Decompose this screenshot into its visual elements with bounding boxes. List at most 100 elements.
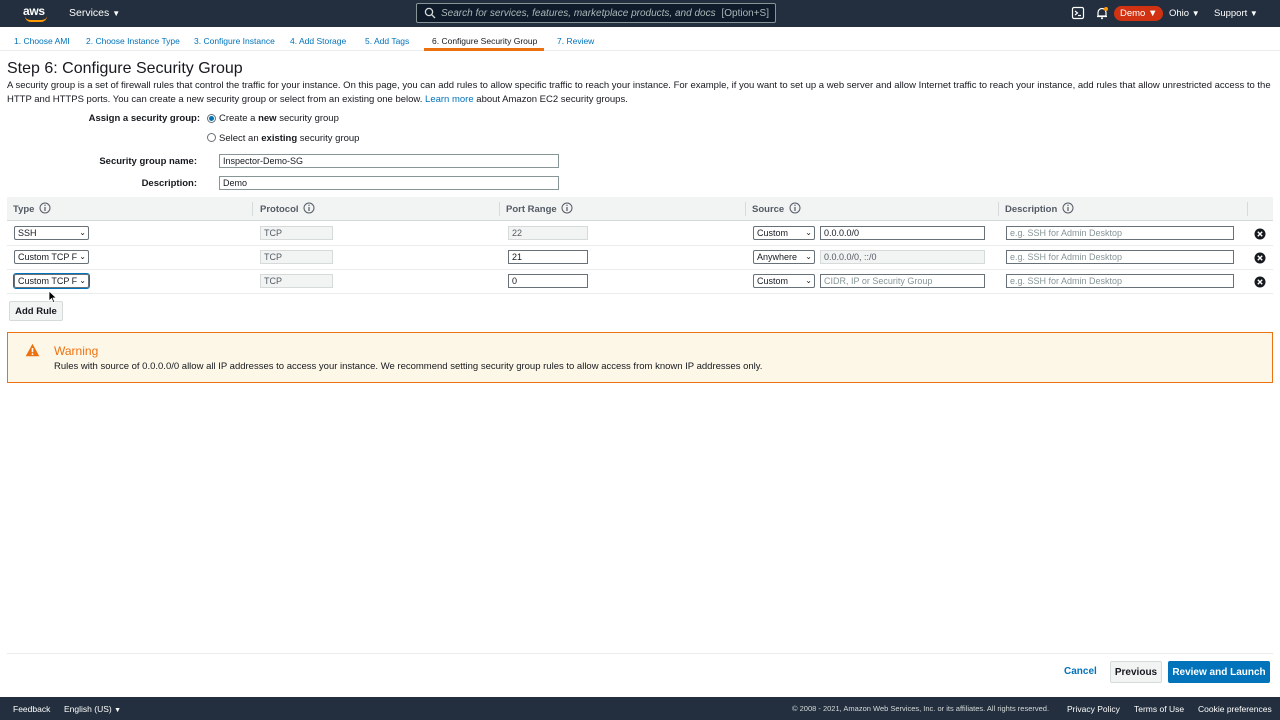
remove-rule-icon[interactable] xyxy=(1254,276,1266,288)
remove-rule-icon[interactable] xyxy=(1254,252,1266,264)
select-existing-label-post: security group xyxy=(297,133,360,144)
caret-down-icon: ▼ xyxy=(1249,9,1258,18)
info-icon[interactable] xyxy=(303,202,315,214)
cancel-button[interactable]: Cancel xyxy=(1064,666,1097,677)
account-label: Demo xyxy=(1120,8,1146,19)
add-rule-button[interactable]: Add Rule xyxy=(9,301,63,321)
table-row: Custom TCP F ⌄ TCP 0 Custom ⌄ CIDR, IP or … xyxy=(7,270,1273,294)
notifications-bell-icon[interactable] xyxy=(1095,6,1109,20)
create-new-radio[interactable] xyxy=(207,114,216,123)
account-menu[interactable]: Demo ▼ xyxy=(1114,6,1164,21)
review-and-launch-button[interactable]: Review and Launch xyxy=(1168,661,1270,683)
source-select[interactable]: Custom ⌄ xyxy=(753,226,815,240)
chevron-down-icon: ⌄ xyxy=(79,228,86,237)
port-range-input[interactable]: 0 xyxy=(508,274,588,288)
rule-description-input[interactable]: e.g. SSH for Admin Desktop xyxy=(1006,250,1234,264)
description-input[interactable]: Demo xyxy=(219,176,559,190)
actions-divider xyxy=(7,653,1273,654)
chevron-down-icon: ⌄ xyxy=(79,252,86,261)
warning-text: Rules with source of 0.0.0.0/0 allow all… xyxy=(54,361,763,372)
step-choose-instance-type[interactable]: 2. Choose Instance Type xyxy=(86,36,180,46)
source-select[interactable]: Custom ⌄ xyxy=(753,274,815,288)
source-mode: Custom xyxy=(757,276,789,286)
create-new-label-post: security group xyxy=(276,113,339,124)
previous-button[interactable]: Previous xyxy=(1110,661,1162,683)
search-placeholder: Search for services, features, marketpla… xyxy=(441,8,716,19)
search-icon xyxy=(424,7,436,19)
region-menu[interactable]: Ohio ▼ xyxy=(1169,8,1200,19)
step-add-tags[interactable]: 5. Add Tags xyxy=(365,36,409,46)
source-select[interactable]: Anywhere ⌄ xyxy=(753,250,815,264)
security-group-name-input[interactable]: Inspector-Demo-SG xyxy=(219,154,559,168)
mouse-cursor-icon xyxy=(48,290,58,304)
warning-alert: Warning Rules with source of 0.0.0.0/0 a… xyxy=(7,332,1273,383)
type-select[interactable]: SSH ⌄ xyxy=(14,226,89,240)
select-existing-radio[interactable] xyxy=(207,133,216,142)
page-intro: A security group is a set of firewall ru… xyxy=(7,79,1275,107)
column-divider xyxy=(499,202,500,216)
learn-more-link[interactable]: Learn more xyxy=(425,94,474,105)
terms-of-use-link[interactable]: Terms of Use xyxy=(1134,704,1184,714)
intro-text: A security group is a set of firewall ru… xyxy=(7,80,1271,105)
page-title: Step 6: Configure Security Group xyxy=(7,60,243,77)
step-configure-security-group[interactable]: 6. Configure Security Group xyxy=(432,36,537,46)
header-protocol: Protocol xyxy=(260,204,299,215)
type-value: SSH xyxy=(18,228,37,238)
step-review[interactable]: 7. Review xyxy=(557,36,594,46)
step-choose-ami[interactable]: 1. Choose AMI xyxy=(14,36,70,46)
aws-logo[interactable]: aws xyxy=(23,4,49,22)
type-select[interactable]: Custom TCP F ⌄ xyxy=(13,273,90,289)
column-divider xyxy=(252,202,253,216)
support-label: Support xyxy=(1214,8,1248,19)
select-existing-label[interactable]: Select an existing security group xyxy=(219,133,359,144)
wizard-steps: 1. Choose AMI 2. Choose Instance Type 3.… xyxy=(0,27,1280,51)
security-group-name-label: Security group name: xyxy=(99,156,197,167)
rule-description-input[interactable]: e.g. SSH for Admin Desktop xyxy=(1006,274,1234,288)
header-port-range: Port Range xyxy=(506,204,557,215)
cookie-preferences-link[interactable]: Cookie preferences xyxy=(1198,704,1272,714)
type-value: Custom TCP F xyxy=(18,252,78,262)
chevron-down-icon: ⌄ xyxy=(79,276,86,285)
type-select[interactable]: Custom TCP F ⌄ xyxy=(14,250,89,264)
protocol-field: TCP xyxy=(260,274,333,288)
source-mode: Anywhere xyxy=(757,252,798,262)
support-menu[interactable]: Support ▼ xyxy=(1214,8,1258,19)
info-icon[interactable] xyxy=(1062,202,1074,214)
privacy-policy-link[interactable]: Privacy Policy xyxy=(1067,704,1120,714)
source-input[interactable]: CIDR, IP or Security Group xyxy=(820,274,985,288)
source-mode: Custom xyxy=(757,228,789,238)
source-input[interactable]: 0.0.0.0/0 xyxy=(820,226,985,240)
protocol-field: TCP xyxy=(260,250,333,264)
caret-down-icon: ▼ xyxy=(114,707,122,714)
chevron-down-icon: ⌄ xyxy=(805,276,812,285)
info-icon[interactable] xyxy=(39,202,51,214)
description-label: Description: xyxy=(141,178,197,189)
source-field: 0.0.0.0/0, ::/0 xyxy=(820,250,985,264)
services-menu[interactable]: Services ▼ xyxy=(69,7,120,19)
select-existing-label-bold: existing xyxy=(261,133,298,144)
info-icon[interactable] xyxy=(561,202,573,214)
warning-title: Warning xyxy=(54,344,99,358)
create-new-label-pre: Create a xyxy=(219,113,259,124)
rule-description-input[interactable]: e.g. SSH for Admin Desktop xyxy=(1006,226,1234,240)
info-icon[interactable] xyxy=(789,202,801,214)
header-source: Source xyxy=(752,204,785,215)
caret-down-icon: ▼ xyxy=(112,9,121,18)
step-configure-instance[interactable]: 3. Configure Instance xyxy=(194,36,275,46)
assign-security-group-label: Assign a security group: xyxy=(88,113,200,124)
rules-table-header: Type Protocol Port Range Source Descript… xyxy=(7,197,1273,221)
port-range-input[interactable]: 21 xyxy=(508,250,588,264)
language-selector[interactable]: English (US) ▼ xyxy=(64,704,121,714)
create-new-label-bold: new xyxy=(258,113,277,124)
header-type: Type xyxy=(13,204,35,215)
copyright-text: © 2008 - 2021, Amazon Web Services, Inc.… xyxy=(792,704,1050,713)
port-range-field: 22 xyxy=(508,226,588,240)
column-divider xyxy=(1247,202,1248,216)
search-box[interactable]: Search for services, features, marketpla… xyxy=(416,3,776,23)
create-new-label[interactable]: Create a new security group xyxy=(219,113,339,124)
feedback-link[interactable]: Feedback xyxy=(13,704,50,714)
remove-rule-icon[interactable] xyxy=(1254,228,1266,240)
cloudshell-icon[interactable] xyxy=(1071,6,1085,20)
step-add-storage[interactable]: 4. Add Storage xyxy=(290,36,346,46)
console-footer: Feedback English (US) ▼ © 2008 - 2021, A… xyxy=(0,697,1280,720)
